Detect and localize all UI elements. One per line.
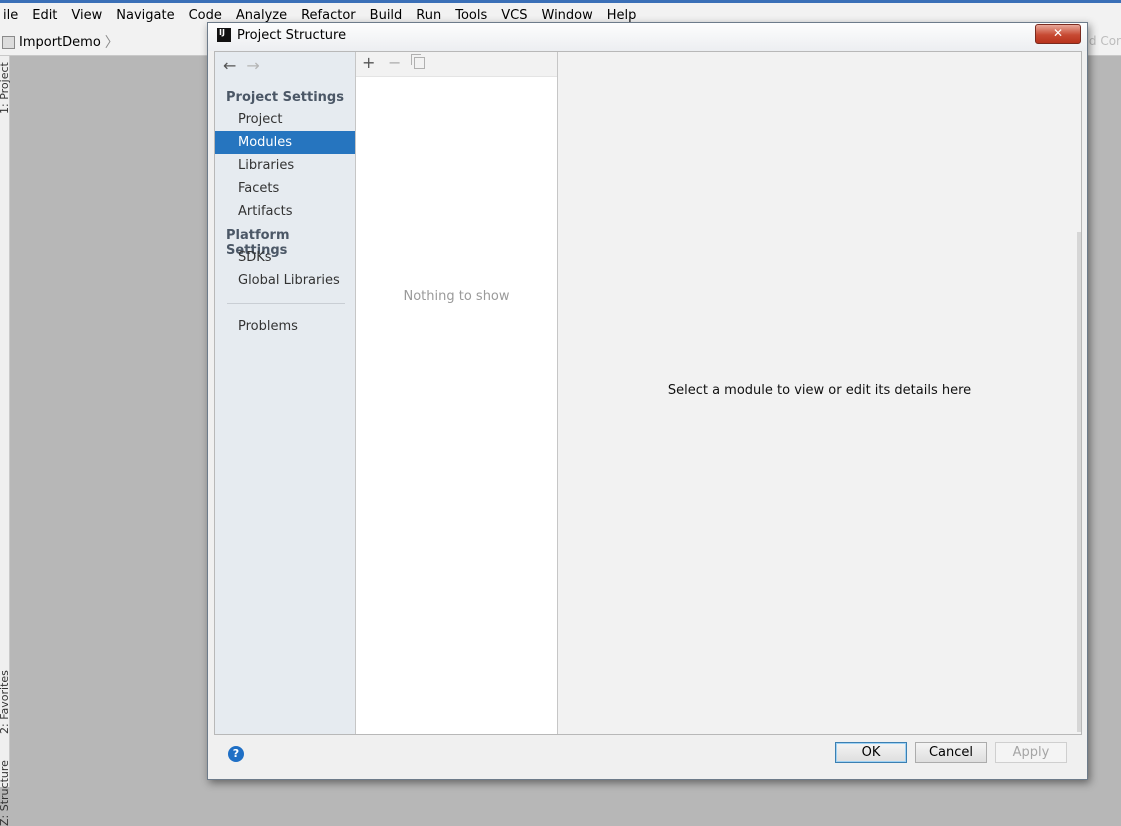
- apply-button[interactable]: Apply: [995, 742, 1067, 763]
- history-navigation: ← →: [223, 56, 260, 75]
- empty-list-text: Nothing to show: [403, 289, 510, 304]
- modules-toolbar: + −: [356, 52, 557, 77]
- ok-button[interactable]: OK: [835, 742, 907, 763]
- cancel-button[interactable]: Cancel: [915, 742, 987, 763]
- sidebar-item-project[interactable]: Project: [215, 108, 355, 131]
- breadcrumb[interactable]: ImportDemo 〉: [2, 32, 119, 52]
- project-settings-heading: Project Settings: [226, 90, 344, 105]
- arrow-right-icon[interactable]: →: [246, 56, 259, 75]
- sidebar-divider: [227, 303, 345, 304]
- window-top-edge: [0, 0, 1121, 3]
- close-icon: ✕: [1052, 26, 1064, 40]
- dialog-content: ← → Project Settings Project Modules Lib…: [214, 51, 1082, 735]
- menu-navigate[interactable]: Navigate: [109, 7, 181, 24]
- breadcrumb-separator-icon: 〉: [104, 35, 119, 51]
- menu-file[interactable]: ile: [0, 7, 25, 24]
- project-structure-dialog: IJ Project Structure ✕ ← → Project Setti…: [207, 22, 1088, 780]
- sidebar-item-sdks[interactable]: SDKs: [215, 246, 355, 269]
- sidebar-item-modules[interactable]: Modules: [215, 131, 355, 154]
- sidebar-item-global-libraries[interactable]: Global Libraries: [215, 269, 355, 292]
- sidebar-item-facets[interactable]: Facets: [215, 177, 355, 200]
- sidebar-item-libraries[interactable]: Libraries: [215, 154, 355, 177]
- menu-view[interactable]: View: [64, 7, 109, 24]
- sidebar-item-problems[interactable]: Problems: [215, 315, 355, 338]
- remove-icon[interactable]: −: [388, 54, 401, 72]
- intellij-logo-icon: IJ: [217, 28, 231, 42]
- folder-icon: [2, 35, 15, 49]
- stripe-favorites[interactable]: 2: Favorites: [0, 670, 11, 734]
- module-details-pane: Select a module to view or edit its deta…: [558, 52, 1081, 734]
- arrow-left-icon[interactable]: ←: [223, 56, 236, 75]
- details-placeholder: Select a module to view or edit its deta…: [667, 383, 972, 398]
- tool-window-stripe-left: 1: Project 2: Favorites Z: Structure: [0, 56, 11, 826]
- breadcrumb-project[interactable]: ImportDemo: [19, 35, 101, 50]
- dialog-titlebar[interactable]: IJ Project Structure ✕: [208, 23, 1087, 51]
- dialog-title: Project Structure: [237, 28, 347, 43]
- add-icon[interactable]: +: [362, 54, 375, 72]
- details-scrollbar[interactable]: [1077, 232, 1081, 732]
- stripe-project[interactable]: 1: Project: [0, 62, 11, 114]
- menu-edit[interactable]: Edit: [25, 7, 64, 24]
- settings-sidebar: ← → Project Settings Project Modules Lib…: [215, 52, 356, 734]
- modules-list-pane: + − Nothing to show: [356, 52, 558, 734]
- navbar-right-text: d Cor: [1088, 34, 1121, 48]
- stripe-structure[interactable]: Z: Structure: [0, 760, 11, 826]
- sidebar-item-artifacts[interactable]: Artifacts: [215, 200, 355, 223]
- copy-icon[interactable]: [411, 54, 425, 69]
- help-icon[interactable]: ?: [228, 746, 244, 762]
- close-button[interactable]: ✕: [1035, 24, 1081, 44]
